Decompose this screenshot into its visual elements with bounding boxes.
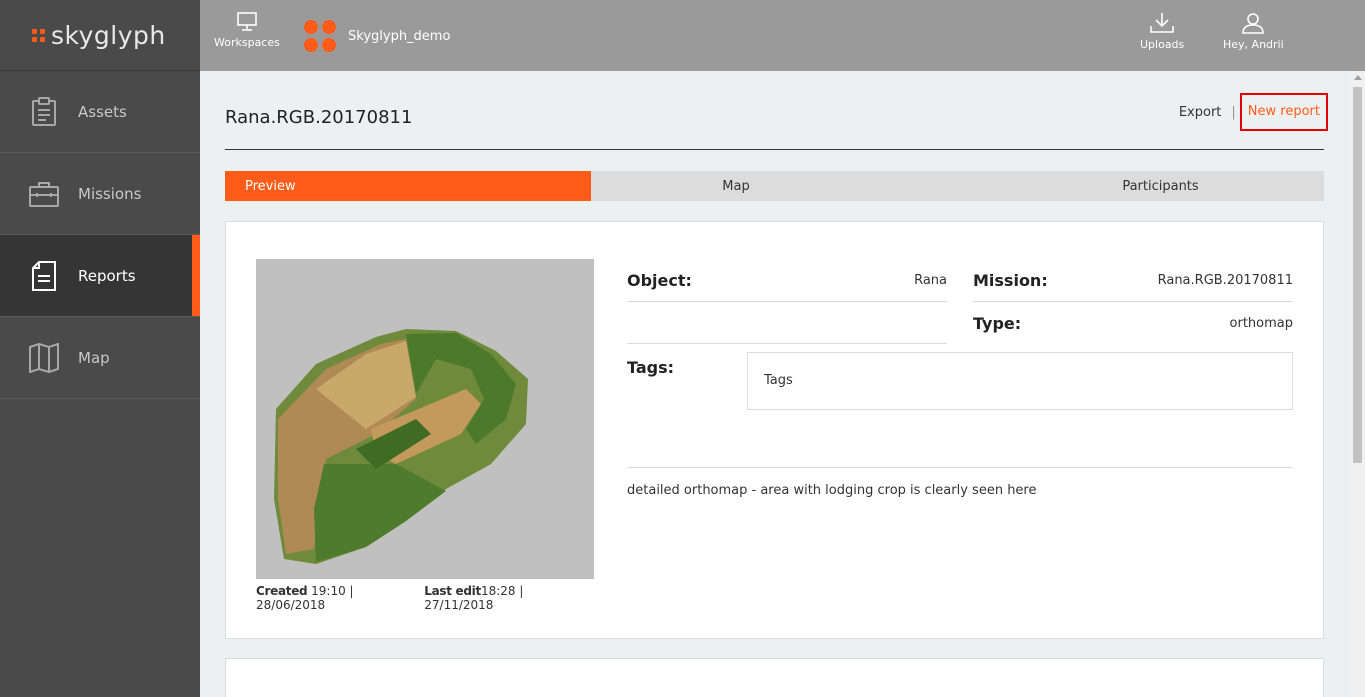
orthomap-preview-image[interactable] bbox=[256, 259, 594, 579]
workspace-selector[interactable]: Skyglyph_demo bbox=[304, 20, 450, 52]
report-description[interactable]: detailed orthomap - area with lodging cr… bbox=[627, 483, 1037, 498]
object-label: Object: bbox=[627, 271, 692, 290]
created-info: Created 19:10 | 28/06/2018 bbox=[256, 584, 424, 612]
logo[interactable]: skyglyph bbox=[0, 0, 200, 71]
document-icon bbox=[28, 260, 60, 292]
report-actions: Export | New report bbox=[1179, 93, 1328, 131]
mission-label: Mission: bbox=[973, 271, 1048, 290]
download-icon bbox=[1150, 13, 1174, 33]
workspace-name: Skyglyph_demo bbox=[348, 28, 451, 44]
report-meta: Created 19:10 | 28/06/2018 Last edit18:2… bbox=[256, 584, 594, 612]
new-report-link[interactable]: New report bbox=[1239, 93, 1328, 131]
top-bar: Workspaces Skyglyph_demo Uploads Hey, An… bbox=[200, 0, 1365, 71]
empty-field bbox=[627, 302, 947, 344]
tab-preview[interactable]: Preview bbox=[225, 171, 591, 201]
uploads-label: Uploads bbox=[1140, 38, 1185, 51]
secondary-card bbox=[225, 658, 1324, 697]
created-label: Created bbox=[256, 584, 308, 598]
report-card: Created 19:10 | 28/06/2018 Last edit18:2… bbox=[225, 221, 1324, 639]
sidebar-item-assets[interactable]: Assets bbox=[0, 71, 200, 153]
sidebar-item-label: Assets bbox=[78, 102, 127, 121]
sidebar-item-missions[interactable]: Missions bbox=[0, 153, 200, 235]
mission-value: Rana.RGB.20170811 bbox=[1157, 273, 1293, 288]
tab-participants[interactable]: Participants bbox=[881, 171, 1324, 201]
monitor-icon bbox=[237, 12, 257, 31]
last-edit-info: Last edit18:28 | 27/11/2018 bbox=[424, 584, 594, 612]
export-link[interactable]: Export bbox=[1179, 105, 1222, 120]
sidebar-item-label: Reports bbox=[78, 266, 136, 285]
scrollbar-thumb[interactable] bbox=[1353, 87, 1362, 463]
sidebar-item-reports[interactable]: Reports bbox=[0, 235, 200, 317]
object-field: Object: Rana bbox=[627, 260, 947, 302]
map-icon bbox=[28, 342, 60, 374]
scroll-up-arrow-icon[interactable] bbox=[1354, 75, 1362, 80]
user-icon bbox=[1242, 13, 1265, 34]
uploads-button[interactable]: Uploads bbox=[1140, 12, 1184, 51]
workspaces-button[interactable]: Workspaces bbox=[214, 12, 280, 49]
title-divider bbox=[225, 149, 1324, 150]
type-field: Type: orthomap bbox=[973, 302, 1293, 344]
workspace-logo-icon bbox=[304, 20, 336, 52]
tab-map[interactable]: Map bbox=[591, 171, 881, 201]
clipboard-icon bbox=[28, 96, 60, 128]
sidebar-item-label: Map bbox=[78, 348, 110, 367]
tab-bar: Preview Map Participants bbox=[225, 171, 1324, 201]
mission-field: Mission: Rana.RGB.20170811 bbox=[973, 260, 1293, 302]
workspaces-label: Workspaces bbox=[214, 36, 280, 49]
tags-label: Tags: bbox=[627, 358, 675, 377]
page-title: Rana.RGB.20170811 bbox=[225, 107, 413, 128]
brand-name: skyglyph bbox=[51, 20, 166, 50]
logo-dots-icon bbox=[32, 28, 45, 42]
scrollbar[interactable] bbox=[1350, 71, 1365, 697]
user-greeting: Hey, Andrii bbox=[1223, 38, 1284, 51]
tags-input[interactable]: Tags bbox=[747, 352, 1293, 410]
object-value: Rana bbox=[914, 273, 947, 288]
sidebar: skyglyph Assets Missions Reports Map bbox=[0, 0, 200, 697]
sidebar-item-map[interactable]: Map bbox=[0, 317, 200, 399]
last-edit-label: Last edit bbox=[424, 584, 481, 598]
type-value: orthomap bbox=[1229, 315, 1293, 331]
sidebar-item-label: Missions bbox=[78, 184, 142, 203]
type-label: Type: bbox=[973, 313, 1022, 333]
user-menu-button[interactable]: Hey, Andrii bbox=[1223, 12, 1284, 51]
separator: | bbox=[1231, 104, 1236, 120]
description-divider bbox=[627, 467, 1293, 468]
briefcase-icon bbox=[28, 178, 60, 210]
